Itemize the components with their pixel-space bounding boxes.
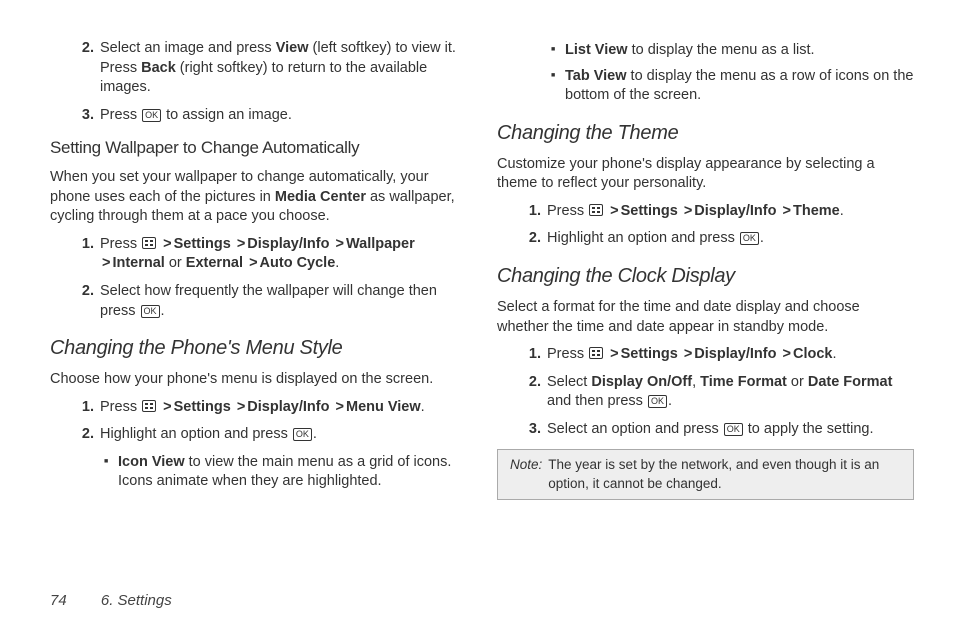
- chevron-right-icon: >: [336, 399, 344, 415]
- right-column: List View to display the menu as a list.…: [497, 35, 914, 576]
- chevron-right-icon: >: [684, 346, 692, 362]
- chevron-right-icon: >: [102, 255, 110, 271]
- paragraph: Choose how your phone's menu is displaye…: [50, 370, 467, 390]
- paragraph: When you set your wallpaper to change au…: [50, 168, 467, 227]
- chevron-right-icon: >: [163, 399, 171, 415]
- note-text: The year is set by the network, and even…: [548, 456, 903, 492]
- chevron-right-icon: >: [783, 203, 791, 219]
- steps-list: Press >Settings >Display/Info >Theme. Hi…: [497, 202, 914, 249]
- continued-steps-list: Select an image and press View (left sof…: [50, 39, 467, 125]
- list-item: Icon View to view the main menu as a gri…: [108, 453, 467, 492]
- menu-key-icon: [142, 400, 156, 412]
- ok-key-icon: OK: [141, 305, 160, 318]
- ok-key-icon: OK: [740, 232, 759, 245]
- sub-list: List View to display the menu as a list.…: [497, 41, 914, 106]
- section-title: 6. Settings: [101, 592, 172, 609]
- chevron-right-icon: >: [610, 346, 618, 362]
- ok-key-icon: OK: [724, 423, 743, 436]
- heading-theme: Changing the Theme: [497, 120, 914, 147]
- menu-key-icon: [589, 204, 603, 216]
- list-item: Press >Settings >Display/Info >Menu View…: [98, 398, 467, 418]
- ok-key-icon: OK: [142, 109, 161, 122]
- list-item: Press >Settings >Display/Info >Clock.: [545, 345, 914, 365]
- list-item: Press OK to assign an image.: [98, 106, 467, 126]
- list-item: Press >Settings >Display/Info >Wallpaper…: [98, 235, 467, 274]
- ok-key-icon: OK: [293, 428, 312, 441]
- list-item: Highlight an option and press OK.: [98, 425, 467, 445]
- list-item: Select an image and press View (left sof…: [98, 39, 467, 98]
- heading-clock: Changing the Clock Display: [497, 263, 914, 290]
- chevron-right-icon: >: [684, 203, 692, 219]
- list-item: Press >Settings >Display/Info >Theme.: [545, 202, 914, 222]
- menu-key-icon: [589, 347, 603, 359]
- paragraph: Select a format for the time and date di…: [497, 298, 914, 337]
- ok-key-icon: OK: [648, 395, 667, 408]
- page-number: 74: [50, 592, 67, 609]
- chevron-right-icon: >: [237, 399, 245, 415]
- list-item: Select an option and press OK to apply t…: [545, 420, 914, 440]
- chevron-right-icon: >: [249, 255, 257, 271]
- chevron-right-icon: >: [783, 346, 791, 362]
- sub-list: Icon View to view the main menu as a gri…: [50, 453, 467, 492]
- chevron-right-icon: >: [237, 236, 245, 252]
- note-label: Note:: [510, 456, 542, 492]
- list-item: List View to display the menu as a list.: [555, 41, 914, 61]
- subheading-wallpaper-auto: Setting Wallpaper to Change Automaticall…: [50, 137, 467, 160]
- steps-list: Press >Settings >Display/Info >Menu View…: [50, 398, 467, 445]
- list-item: Highlight an option and press OK.: [545, 229, 914, 249]
- list-item: Select Display On/Off, Time Format or Da…: [545, 373, 914, 412]
- left-column: Select an image and press View (left sof…: [50, 35, 467, 576]
- chevron-right-icon: >: [163, 236, 171, 252]
- menu-key-icon: [142, 237, 156, 249]
- list-item: Select how frequently the wallpaper will…: [98, 282, 467, 321]
- page-footer: 74 6. Settings: [50, 591, 914, 611]
- chevron-right-icon: >: [336, 236, 344, 252]
- list-item: Tab View to display the menu as a row of…: [555, 67, 914, 106]
- steps-list: Press >Settings >Display/Info >Clock. Se…: [497, 345, 914, 439]
- heading-menu-style: Changing the Phone's Menu Style: [50, 335, 467, 362]
- paragraph: Customize your phone's display appearanc…: [497, 155, 914, 194]
- steps-list: Press >Settings >Display/Info >Wallpaper…: [50, 235, 467, 321]
- chevron-right-icon: >: [610, 203, 618, 219]
- page-columns: Select an image and press View (left sof…: [50, 35, 914, 576]
- note-box: Note: The year is set by the network, an…: [497, 449, 914, 499]
